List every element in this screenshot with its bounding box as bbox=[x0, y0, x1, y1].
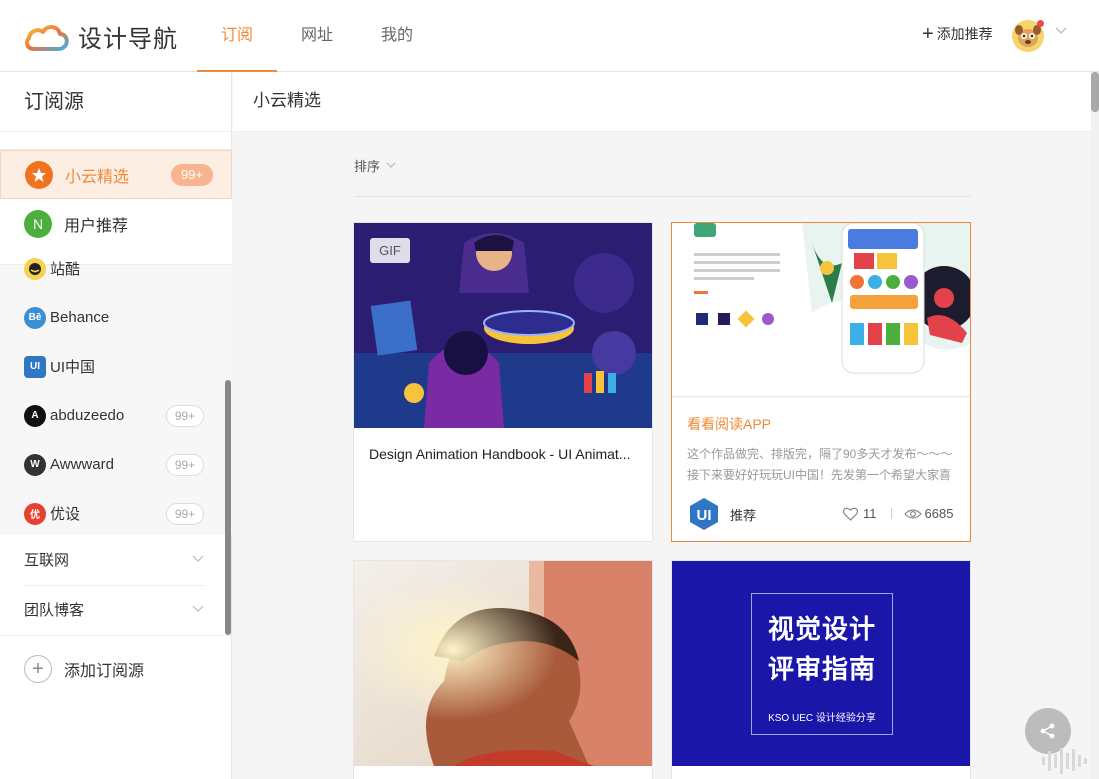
group-team-blogs[interactable]: 团队博客 bbox=[0, 586, 222, 635]
sort-label: 排序 bbox=[354, 159, 381, 174]
uichina-icon: UI bbox=[24, 355, 46, 378]
card-title[interactable]: Design Animation Handbook - UI Animat... bbox=[369, 446, 637, 462]
chevron-down-icon bbox=[192, 605, 204, 612]
zcool-icon bbox=[24, 257, 46, 280]
sidebar-item-behance[interactable]: Bē Behance bbox=[0, 293, 222, 342]
svg-text:UI: UI bbox=[697, 507, 712, 524]
card-thumbnail[interactable]: GIF bbox=[354, 223, 652, 428]
banner-subtitle: KSO UEC 设计经验分享 bbox=[768, 713, 876, 724]
sidebar-item-label: abduzeedo bbox=[50, 407, 125, 424]
add-source-button[interactable]: + 添加订阅源 bbox=[0, 635, 232, 701]
main-scrollbar-track[interactable] bbox=[1091, 72, 1099, 779]
source-list: 站酷 Bē Behance UI UI中国 A abduzeedo 99+ W … bbox=[0, 257, 232, 538]
card-description: 这个作品做完、排版完，隔了90多天才发布～～～接下来要好好玩玩UI中国！先发第一… bbox=[687, 447, 953, 482]
article-card[interactable] bbox=[353, 560, 653, 779]
logo-text: 设计导航 bbox=[78, 26, 178, 53]
card-thumbnail[interactable] bbox=[672, 223, 970, 396]
main-nav: 订阅 网址 我的 bbox=[197, 0, 437, 72]
sidebar-item-label: Awwward bbox=[50, 456, 114, 473]
sort-dropdown[interactable]: 排序 bbox=[354, 156, 396, 175]
sidebar-item-zcool[interactable]: 站酷 bbox=[0, 244, 222, 293]
sidebar-item-label: 小云精选 bbox=[65, 168, 130, 186]
card-thumbnail[interactable]: 视觉设计 评审指南 KSO UEC 设计经验分享 bbox=[672, 561, 970, 766]
like-count: 11 bbox=[863, 506, 877, 521]
add-recommend-label: 添加推荐 bbox=[936, 26, 993, 42]
group-label: 互联网 bbox=[24, 552, 70, 569]
sidebar-item-uisdc[interactable]: 优 优设 99+ bbox=[0, 489, 222, 538]
view-count: 6685 bbox=[924, 506, 954, 521]
sidebar-item-label: 站酷 bbox=[50, 261, 81, 278]
top-header: 设计导航 订阅 网址 我的 + 添加推荐 bbox=[0, 0, 1099, 72]
heart-icon[interactable] bbox=[843, 507, 858, 521]
awwwards-icon: W bbox=[24, 453, 46, 476]
tab-sites[interactable]: 网址 bbox=[277, 0, 357, 72]
divider bbox=[354, 196, 971, 197]
card-footer: UI 推荐 11 6685 bbox=[687, 496, 957, 532]
banner-line-2: 评审指南 bbox=[767, 654, 876, 684]
audio-wave-icon bbox=[1042, 748, 1087, 774]
sidebar-item-featured[interactable]: 小云精选 99+ bbox=[0, 150, 232, 199]
sidebar-item-label: 用户推荐 bbox=[64, 217, 129, 235]
sidebar-title: 订阅源 bbox=[0, 72, 231, 132]
group-internet[interactable]: 互联网 bbox=[0, 536, 222, 585]
plus-circle-icon: + bbox=[24, 654, 52, 683]
sidebar-item-awwward[interactable]: W Awwward 99+ bbox=[0, 440, 222, 489]
sidebar-item-user-recommend[interactable]: N 用户推荐 bbox=[0, 199, 232, 248]
source-label[interactable]: 推荐 bbox=[730, 505, 756, 524]
article-card[interactable]: 看看阅读APP 这个作品做完、排版完，隔了90多天才发布～～～接下来要好好玩玩U… bbox=[671, 222, 971, 542]
group-label: 团队博客 bbox=[24, 602, 85, 619]
sidebar: 订阅源 小云精选 99+ N 用户推荐 站酷 Bē Behance UI UI中… bbox=[0, 72, 232, 779]
uisdc-icon: 优 bbox=[24, 502, 46, 525]
cloud-logo-icon bbox=[24, 24, 69, 51]
chevron-down-icon[interactable] bbox=[1055, 27, 1067, 35]
divider bbox=[672, 396, 970, 397]
sidebar-item-uichina[interactable]: UI UI中国 bbox=[0, 342, 222, 391]
sidebar-item-abduzeedo[interactable]: A abduzeedo 99+ bbox=[0, 391, 222, 440]
add-recommend-button[interactable]: + 添加推荐 bbox=[922, 24, 993, 44]
divider bbox=[890, 508, 892, 519]
abduzeedo-icon: A bbox=[24, 404, 46, 427]
unread-badge: 99+ bbox=[171, 164, 213, 186]
sidebar-item-label: 优设 bbox=[50, 506, 81, 523]
uichina-logo-icon: UI bbox=[690, 498, 718, 530]
notification-dot bbox=[1037, 20, 1044, 27]
sidebar-scrollbar[interactable] bbox=[225, 380, 231, 635]
unread-badge: 99+ bbox=[166, 405, 204, 427]
card-stats: 11 6685 bbox=[843, 506, 953, 521]
letter-n-icon: N bbox=[24, 209, 52, 238]
card-thumbnail[interactable] bbox=[354, 561, 652, 766]
chevron-down-icon bbox=[386, 162, 396, 168]
sidebar-item-label: Behance bbox=[50, 309, 110, 326]
star-icon bbox=[25, 160, 53, 189]
plus-icon: + bbox=[922, 23, 934, 45]
share-icon bbox=[1040, 723, 1055, 739]
sidebar-item-label: UI中国 bbox=[50, 359, 96, 376]
eye-icon bbox=[903, 508, 922, 519]
tab-mine[interactable]: 我的 bbox=[357, 0, 437, 72]
gif-tag: GIF bbox=[370, 238, 410, 263]
main-scrollbar-thumb[interactable] bbox=[1091, 72, 1099, 112]
card-title[interactable]: 看看阅读APP bbox=[687, 414, 955, 434]
unread-badge: 99+ bbox=[166, 454, 204, 476]
chevron-down-icon bbox=[192, 555, 204, 562]
banner-line-1: 视觉设计 bbox=[767, 614, 876, 644]
behance-icon: Bē bbox=[24, 306, 46, 329]
portrait-photo bbox=[354, 561, 652, 766]
article-card[interactable]: 视觉设计 评审指南 KSO UEC 设计经验分享 bbox=[671, 560, 971, 779]
content-title: 小云精选 bbox=[233, 72, 1091, 132]
site-logo[interactable]: 设计导航 bbox=[24, 19, 178, 54]
article-card[interactable]: GIF Design Animation Handbook - UI Anima… bbox=[353, 222, 653, 542]
add-source-label: 添加订阅源 bbox=[64, 662, 145, 680]
tab-subscribe[interactable]: 订阅 bbox=[197, 0, 277, 72]
app-mockup-illustration bbox=[672, 223, 970, 396]
unread-badge: 99+ bbox=[166, 503, 204, 525]
